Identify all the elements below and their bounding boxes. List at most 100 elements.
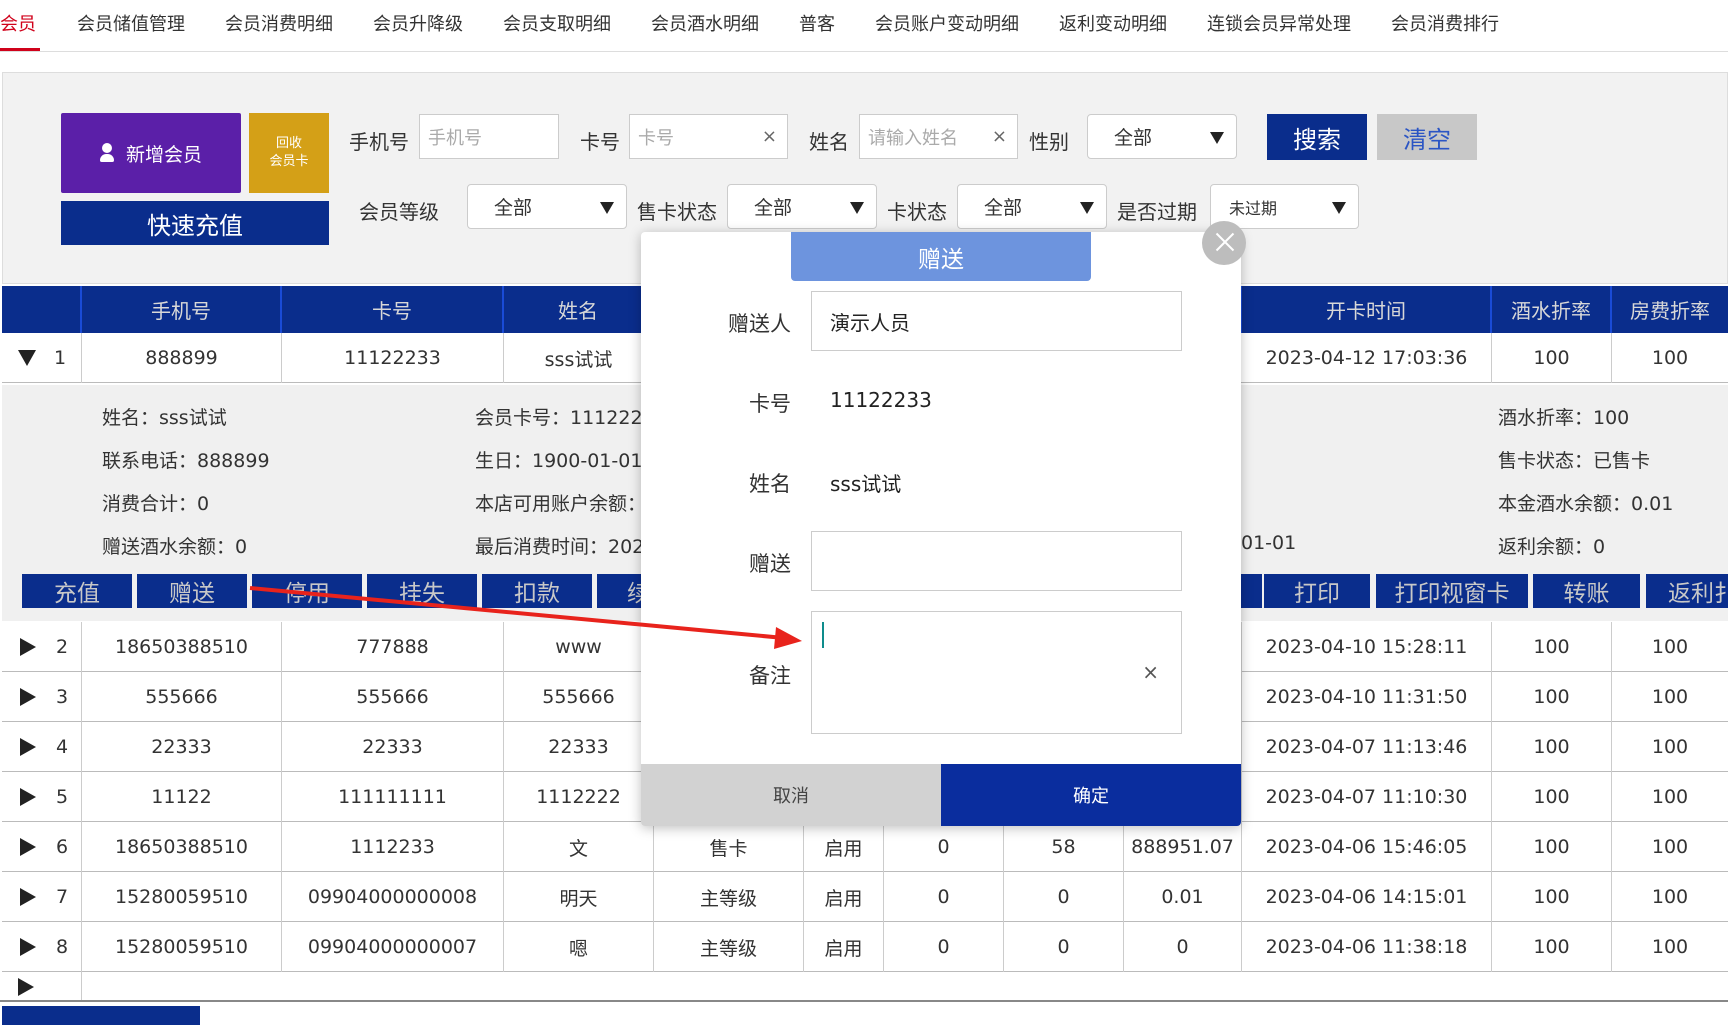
header-open-time[interactable]: 开卡时间 — [1242, 286, 1492, 333]
deduct-button[interactable]: 扣款 — [482, 574, 592, 608]
expand-down-icon[interactable] — [18, 350, 36, 366]
row-name: 555666 — [504, 672, 654, 722]
expired-select-value: 未过期 — [1229, 198, 1278, 218]
row-expand-cell[interactable]: 5 — [2, 772, 82, 822]
row-expand-cell[interactable]: 1 — [2, 333, 82, 383]
giver-label: 赠送人 — [728, 312, 791, 336]
partial-action-button-right[interactable] — [1241, 574, 1262, 608]
expand-right-icon[interactable] — [20, 688, 36, 706]
header-room-rate[interactable]: 房费折率 — [1612, 286, 1728, 333]
rebate-button[interactable]: 返利扌 — [1646, 574, 1728, 608]
expired-filter-label: 是否过期 — [1117, 200, 1197, 224]
expand-right-icon[interactable] — [20, 888, 36, 906]
expand-right-icon[interactable] — [20, 838, 36, 856]
card-filter-label: 卡号 — [580, 130, 620, 154]
expand-right-icon[interactable] — [18, 978, 34, 996]
user-icon — [99, 143, 114, 163]
clear-button[interactable]: 清空 — [1377, 114, 1477, 160]
table-row[interactable]: 7 15280059510 09904000000008 明天 主等级 启用 0 0 0.01 2… — [2, 872, 1728, 922]
tab-stored-value[interactable]: 会员储值管理 — [77, 10, 185, 36]
tab-level-change[interactable]: 会员升降级 — [373, 10, 463, 36]
row-room-rate: 100 — [1651, 936, 1689, 958]
print-button[interactable]: 打印 — [1264, 574, 1370, 608]
report-loss-button[interactable]: 挂失 — [367, 574, 477, 608]
tab-rebate-change[interactable]: 返利变动明细 — [1059, 10, 1167, 36]
row-open-time: 2023-04-06 11:38:18 — [1242, 922, 1492, 972]
row-expand-cell[interactable]: 7 — [2, 872, 82, 922]
tab-member[interactable]: 会员 — [0, 10, 36, 36]
row-expand-cell[interactable]: 3 — [2, 672, 82, 722]
name-filter-placeholder: 请输入姓名 — [868, 127, 958, 149]
remark-textarea[interactable]: × — [811, 611, 1182, 734]
divider — [0, 1000, 1728, 1002]
header-phone[interactable]: 手机号 — [82, 286, 282, 333]
header-drink-rate[interactable]: 酒水折率 — [1492, 286, 1612, 333]
gender-filter-label: 性别 — [1029, 130, 1069, 154]
cancel-button[interactable]: 取消 — [641, 764, 941, 826]
search-button[interactable]: 搜索 — [1267, 114, 1367, 160]
row-expand-cell[interactable]: 6 — [2, 822, 82, 872]
close-icon[interactable] — [1202, 221, 1246, 265]
card-status-select[interactable]: 全部 — [957, 184, 1107, 229]
row-index: 5 — [56, 786, 69, 808]
row-room-rate: 100 — [1651, 886, 1689, 908]
gift-button[interactable]: 赠送 — [137, 574, 247, 608]
partial-action-button[interactable]: 续 — [597, 574, 641, 608]
row-expand-cell[interactable]: 4 — [2, 722, 82, 772]
clear-icon[interactable]: × — [762, 126, 777, 147]
detail-partial-date: 01-01 — [1241, 532, 1297, 554]
tab-withdraw-detail[interactable]: 会员支取明细 — [503, 10, 611, 36]
gift-amount-input[interactable] — [811, 531, 1182, 591]
name-value: sss试试 — [830, 472, 902, 496]
clear-icon[interactable]: × — [1142, 660, 1159, 684]
phone-filter-input[interactable]: 手机号 — [419, 114, 559, 159]
tab-account-change[interactable]: 会员账户变动明细 — [875, 10, 1019, 36]
row-name: 22333 — [504, 722, 654, 772]
tab-consumption-detail[interactable]: 会员消费明细 — [225, 10, 333, 36]
header-card[interactable]: 卡号 — [282, 286, 504, 333]
row-phone: 18650388510 — [82, 622, 282, 672]
table-row[interactable]: 6 18650388510 1112233 文售卡 启用 0 58 888951.07 2023… — [2, 822, 1728, 872]
row-room-rate: 100 — [1651, 686, 1689, 708]
row-phone: 22333 — [82, 722, 282, 772]
sale-status-select[interactable]: 全部 — [727, 184, 877, 229]
table-row[interactable]: 8 15280059510 09904000000007 嗯主等级 启用 0 0 0 2023-… — [2, 922, 1728, 972]
row-expand-cell[interactable]: 8 — [2, 922, 82, 972]
card-filter-placeholder: 卡号 — [638, 127, 674, 149]
add-member-button[interactable]: 新增会员 — [61, 113, 241, 193]
row-expand-cell[interactable] — [2, 972, 82, 1002]
tab-chain-exception[interactable]: 连锁会员异常处理 — [1207, 10, 1351, 36]
row-index: 8 — [56, 936, 69, 958]
confirm-button[interactable]: 确定 — [941, 764, 1241, 826]
row-drink-rate: 100 — [1492, 822, 1612, 872]
row-open-time: 2023-04-12 17:03:36 — [1242, 333, 1492, 383]
tab-consumption-rank[interactable]: 会员消费排行 — [1391, 10, 1499, 36]
expand-right-icon[interactable] — [20, 738, 36, 756]
header-name[interactable]: 姓名 — [504, 286, 654, 333]
row-card: 11122233 — [282, 333, 504, 383]
card-filter-input[interactable]: 卡号 × — [629, 114, 788, 159]
row-expand-cell[interactable]: 2 — [2, 622, 82, 672]
gender-select[interactable]: 全部 — [1087, 114, 1237, 159]
disable-button[interactable]: 停用 — [252, 574, 362, 608]
quick-recharge-button[interactable]: 快速充值 — [61, 201, 329, 245]
tab-drink-detail[interactable]: 会员酒水明细 — [651, 10, 759, 36]
header-expand — [2, 286, 82, 333]
add-member-label: 新增会员 — [125, 143, 202, 166]
batch-edit-button[interactable] — [2, 1006, 200, 1025]
level-select[interactable]: 全部 — [467, 184, 627, 229]
recharge-button[interactable]: 充值 — [22, 574, 132, 608]
clear-icon[interactable]: × — [992, 126, 1007, 147]
print-window-card-button[interactable]: 打印视窗卡 — [1376, 574, 1528, 608]
expand-right-icon[interactable] — [20, 638, 36, 656]
row-phone: 15280059510 — [82, 872, 282, 922]
recycle-card-button[interactable]: 回收 会员卡 — [249, 113, 329, 193]
giver-field[interactable]: 演示人员 — [811, 291, 1182, 351]
name-filter-input[interactable]: 请输入姓名 × — [859, 114, 1018, 159]
tab-regular-guest[interactable]: 普客 — [799, 10, 835, 36]
row-phone: 15280059510 — [82, 922, 282, 972]
sale-status-select-value: 全部 — [754, 197, 793, 219]
expand-right-icon[interactable] — [20, 788, 36, 806]
transfer-button[interactable]: 转账 — [1533, 574, 1640, 608]
expand-right-icon[interactable] — [20, 938, 36, 956]
